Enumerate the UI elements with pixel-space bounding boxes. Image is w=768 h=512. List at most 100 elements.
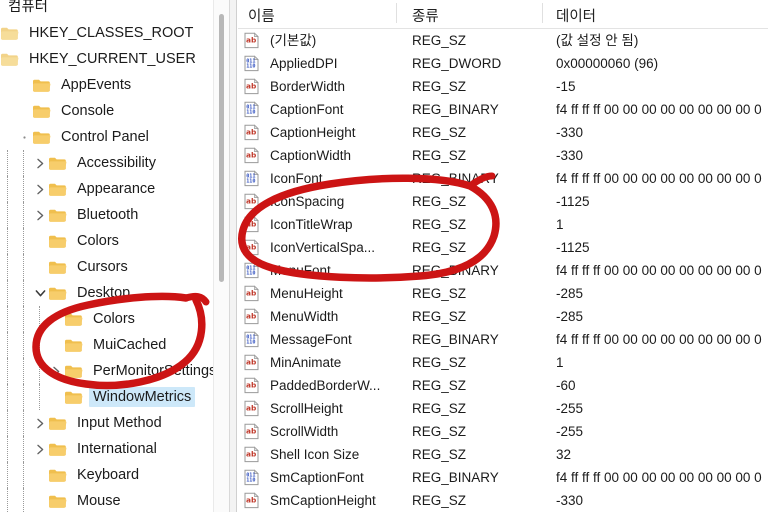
tree-item-desktop[interactable]: Desktop [0, 280, 229, 306]
value-row[interactable]: ab IconSpacing REG_SZ -1125 [238, 190, 768, 213]
column-header-type[interactable]: 종류 [412, 5, 439, 26]
svg-text:ab: ab [246, 381, 256, 390]
tree-item-accessibility[interactable]: Accessibility [0, 150, 229, 176]
tree-item-permonitorsettings[interactable]: PerMonitorSettings [0, 358, 229, 384]
tree-indent-guide [32, 332, 48, 358]
tree-item-international[interactable]: International [0, 436, 229, 462]
tree-indent-guide [0, 488, 16, 512]
tree-item-colors[interactable]: Colors [0, 228, 229, 254]
column-divider-1[interactable] [396, 3, 397, 23]
value-row[interactable]: ab MenuWidth REG_SZ -285 [238, 305, 768, 328]
tree-indent-guide [16, 280, 32, 306]
reg-binary-icon: 011 110 [243, 170, 260, 187]
tree-item-label-box: Appearance [73, 179, 159, 199]
value-row[interactable]: 011 110 CaptionFont REG_BINARY f4 ff ff ff 0… [238, 98, 768, 121]
chevron-down-icon[interactable] [32, 280, 48, 306]
folder-icon [64, 364, 83, 379]
tree-expander-placeholder[interactable] [16, 124, 32, 150]
chevron-right-icon[interactable] [32, 202, 48, 228]
tree-item-label-box: Accessibility [73, 153, 160, 173]
value-name: AppliedDPI [270, 56, 338, 71]
value-data: -330 [556, 493, 584, 508]
chevron-right-icon[interactable] [32, 150, 48, 176]
tree-item-appearance[interactable]: Appearance [0, 176, 229, 202]
chevron-right-icon[interactable] [32, 176, 48, 202]
value-row[interactable]: 011 110 AppliedDPI REG_DWORD 0x00000060 (96) [238, 52, 768, 75]
column-header-data[interactable]: 데이터 [556, 5, 596, 26]
value-row[interactable]: ab MinAnimate REG_SZ 1 [238, 351, 768, 374]
value-row[interactable]: ab MenuHeight REG_SZ -285 [238, 282, 768, 305]
tree-indent-guide [16, 358, 32, 384]
tree-item-label: Input Method [77, 415, 162, 431]
registry-key-tree[interactable]: 컴퓨터 HKEY_CLASSES_ROOT HKEY_CURRENT_USER App… [0, 0, 229, 512]
tree-item-windowmetrics[interactable]: WindowMetrics [0, 384, 229, 410]
folder-icon [48, 416, 67, 431]
value-row[interactable]: 011 110 MessageFont REG_BINARY f4 ff ff ff 0… [238, 328, 768, 351]
value-row[interactable]: ab (기본값) REG_SZ (값 설정 안 됨) [238, 29, 768, 52]
tree-item-label: 컴퓨터 [8, 0, 49, 15]
value-row[interactable]: ab ScrollHeight REG_SZ -255 [238, 397, 768, 420]
tree-item-label: Console [61, 103, 115, 119]
value-list-header[interactable]: 이름 종류 데이터 [238, 0, 768, 29]
value-data: f4 ff ff ff 00 00 00 00 00 00 00 00 0 [556, 102, 762, 117]
value-row[interactable]: 011 110 MenuFont REG_BINARY f4 ff ff ff 00 0… [238, 259, 768, 282]
tree-scrollbar-thumb[interactable] [219, 14, 224, 282]
tree-item-appevents[interactable]: AppEvents [0, 72, 229, 98]
value-row[interactable]: ab CaptionHeight REG_SZ -330 [238, 121, 768, 144]
value-name: Shell Icon Size [270, 447, 360, 462]
tree-item-hkey-classes-root[interactable]: HKEY_CLASSES_ROOT [0, 20, 229, 46]
value-row[interactable]: 011 110 IconFont REG_BINARY f4 ff ff ff 00 0… [238, 167, 768, 190]
tree-indent-guide [16, 462, 32, 488]
tree-item-label-box: 컴퓨터 [4, 0, 52, 17]
tree-item-keyboard[interactable]: Keyboard [0, 462, 229, 488]
folder-icon [48, 156, 67, 171]
tree-expander-placeholder [48, 306, 64, 332]
tree-row-list: 컴퓨터 HKEY_CLASSES_ROOT HKEY_CURRENT_USER App… [0, 0, 229, 512]
tree-vertical-scrollbar[interactable] [213, 0, 229, 512]
tree-item-console[interactable]: Console [0, 98, 229, 124]
tree-item-colors[interactable]: Colors [0, 306, 229, 332]
value-row[interactable]: ab SmCaptionHeight REG_SZ -330 [238, 489, 768, 512]
registry-value-list[interactable]: 이름 종류 데이터 ab (기본값) REG_SZ (값 설정 안 됨) 011 110 A… [238, 0, 768, 512]
tree-item-hkey-current-user[interactable]: HKEY_CURRENT_USER [0, 46, 229, 72]
value-row[interactable]: 011 110 SmCaptionFont REG_BINARY f4 ff ff ff… [238, 466, 768, 489]
tree-indent-guide [0, 280, 16, 306]
tree-item-bluetooth[interactable]: Bluetooth [0, 202, 229, 228]
value-row[interactable]: ab BorderWidth REG_SZ -15 [238, 75, 768, 98]
value-name: CaptionHeight [270, 125, 356, 140]
tree-item-control-panel[interactable]: Control Panel [0, 124, 229, 150]
value-row[interactable]: ab PaddedBorderW... REG_SZ -60 [238, 374, 768, 397]
value-row[interactable]: ab CaptionWidth REG_SZ -330 [238, 144, 768, 167]
value-type: REG_SZ [412, 493, 467, 508]
svg-text:110: 110 [246, 110, 255, 116]
folder-icon [48, 494, 67, 509]
pane-splitter[interactable] [229, 0, 237, 512]
chevron-right-icon[interactable] [32, 436, 48, 462]
value-name: CaptionWidth [270, 148, 352, 163]
chevron-right-icon[interactable] [48, 358, 64, 384]
tree-item-label-box: Keyboard [73, 465, 143, 485]
tree-item-label: MuiCached [93, 337, 167, 353]
tree-indent-guide [0, 124, 16, 150]
tree-item-label-box: Bluetooth [73, 205, 142, 225]
chevron-right-icon[interactable] [32, 410, 48, 436]
tree-indent-guide [0, 384, 16, 410]
value-row[interactable]: ab IconVerticalSpa... REG_SZ -1125 [238, 236, 768, 259]
tree-item-label-box: Mouse [73, 491, 125, 511]
tree-item-label: Bluetooth [77, 207, 139, 223]
tree-item-muicached[interactable]: MuiCached [0, 332, 229, 358]
value-row[interactable]: ab IconTitleWrap REG_SZ 1 [238, 213, 768, 236]
value-name: MessageFont [270, 332, 352, 347]
tree-item-mouse[interactable]: Mouse [0, 488, 229, 512]
tree-indent-guide [32, 384, 48, 410]
column-divider-2[interactable] [542, 3, 543, 23]
tree-item-cursors[interactable]: Cursors [0, 254, 229, 280]
folder-icon [48, 182, 67, 197]
value-type: REG_SZ [412, 447, 467, 462]
tree-item-[interactable]: 컴퓨터 [0, 0, 229, 20]
column-header-name[interactable]: 이름 [248, 5, 275, 26]
value-row[interactable]: ab Shell Icon Size REG_SZ 32 [238, 443, 768, 466]
value-row[interactable]: ab ScrollWidth REG_SZ -255 [238, 420, 768, 443]
tree-item-input-method[interactable]: Input Method [0, 410, 229, 436]
svg-text:ab: ab [246, 312, 256, 321]
